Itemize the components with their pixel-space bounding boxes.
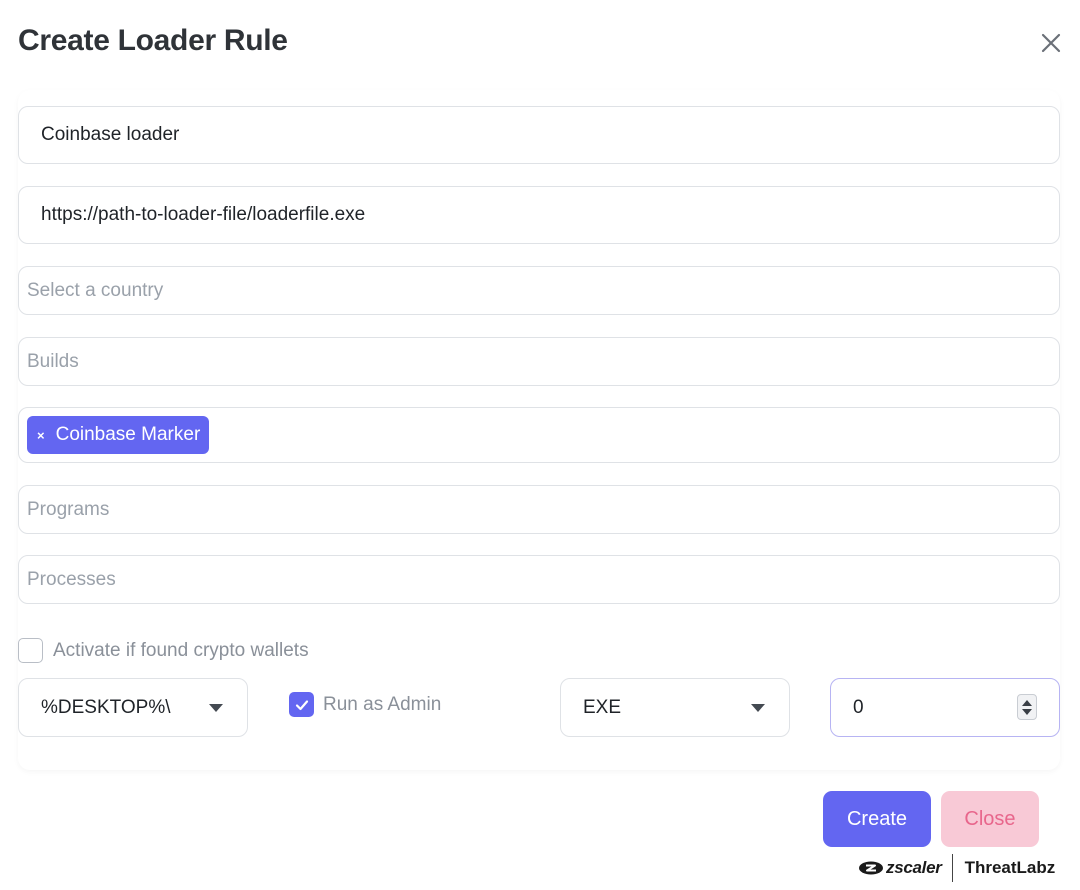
path-select[interactable]: %DESKTOP%\ bbox=[18, 678, 248, 737]
crypto-wallets-label: Activate if found crypto wallets bbox=[53, 639, 309, 661]
rule-name-value: Coinbase loader bbox=[41, 124, 180, 145]
zscaler-logo-text: zscaler bbox=[886, 858, 942, 877]
builds-placeholder: Builds bbox=[27, 350, 79, 372]
number-input[interactable]: 0 bbox=[830, 678, 1060, 737]
processes-placeholder: Processes bbox=[27, 568, 116, 590]
path-value: %DESKTOP%\ bbox=[41, 696, 171, 718]
rule-name-input[interactable]: Coinbase loader bbox=[18, 106, 1060, 164]
file-type-value: EXE bbox=[583, 696, 622, 718]
chevron-down-icon bbox=[751, 704, 765, 712]
file-type-select[interactable]: EXE bbox=[560, 678, 790, 737]
run-as-admin-checkbox[interactable] bbox=[289, 692, 314, 717]
processes-select[interactable]: Processes bbox=[18, 555, 1060, 604]
create-loader-rule-dialog: Create Loader Rule Coinbase loader https… bbox=[0, 0, 1080, 890]
loader-url-value: https://path-to-loader-file/loaderfile.e… bbox=[41, 204, 366, 225]
zscaler-logo-icon bbox=[859, 861, 883, 875]
marker-tag-label: Coinbase Marker bbox=[55, 424, 201, 445]
programs-select[interactable]: Programs bbox=[18, 485, 1060, 534]
run-as-admin-label: Run as Admin bbox=[323, 693, 442, 715]
stepper-down-icon[interactable] bbox=[1022, 708, 1032, 715]
zscaler-logo: zscaler bbox=[858, 858, 942, 878]
checkmark-icon bbox=[295, 699, 308, 710]
crypto-wallets-option[interactable]: Activate if found crypto wallets bbox=[18, 638, 309, 663]
close-button[interactable]: Close bbox=[941, 791, 1039, 847]
remove-tag-icon[interactable]: × bbox=[37, 428, 45, 443]
crypto-wallets-checkbox[interactable] bbox=[18, 638, 43, 663]
branding-divider bbox=[951, 854, 953, 882]
stepper-up-icon[interactable] bbox=[1022, 699, 1032, 706]
loader-url-input[interactable]: https://path-to-loader-file/loaderfile.e… bbox=[18, 186, 1060, 244]
close-dialog-icon[interactable] bbox=[1036, 28, 1066, 58]
threatlabz-logo: ThreatLabz bbox=[964, 858, 1056, 877]
markers-select[interactable]: × Coinbase Marker bbox=[18, 407, 1060, 463]
run-as-admin-option[interactable]: Run as Admin bbox=[289, 692, 441, 717]
number-stepper[interactable] bbox=[1017, 694, 1037, 720]
programs-placeholder: Programs bbox=[27, 498, 110, 520]
marker-tag: × Coinbase Marker bbox=[27, 416, 210, 454]
dialog-title: Create Loader Rule bbox=[18, 24, 288, 57]
create-button[interactable]: Create bbox=[823, 791, 931, 847]
number-value: 0 bbox=[853, 696, 864, 718]
builds-select[interactable]: Builds bbox=[18, 337, 1060, 386]
country-placeholder: Select a country bbox=[27, 279, 164, 301]
country-select[interactable]: Select a country bbox=[18, 266, 1060, 315]
chevron-down-icon bbox=[209, 704, 223, 712]
branding-footer: zscaler ThreatLabz bbox=[858, 853, 1055, 883]
